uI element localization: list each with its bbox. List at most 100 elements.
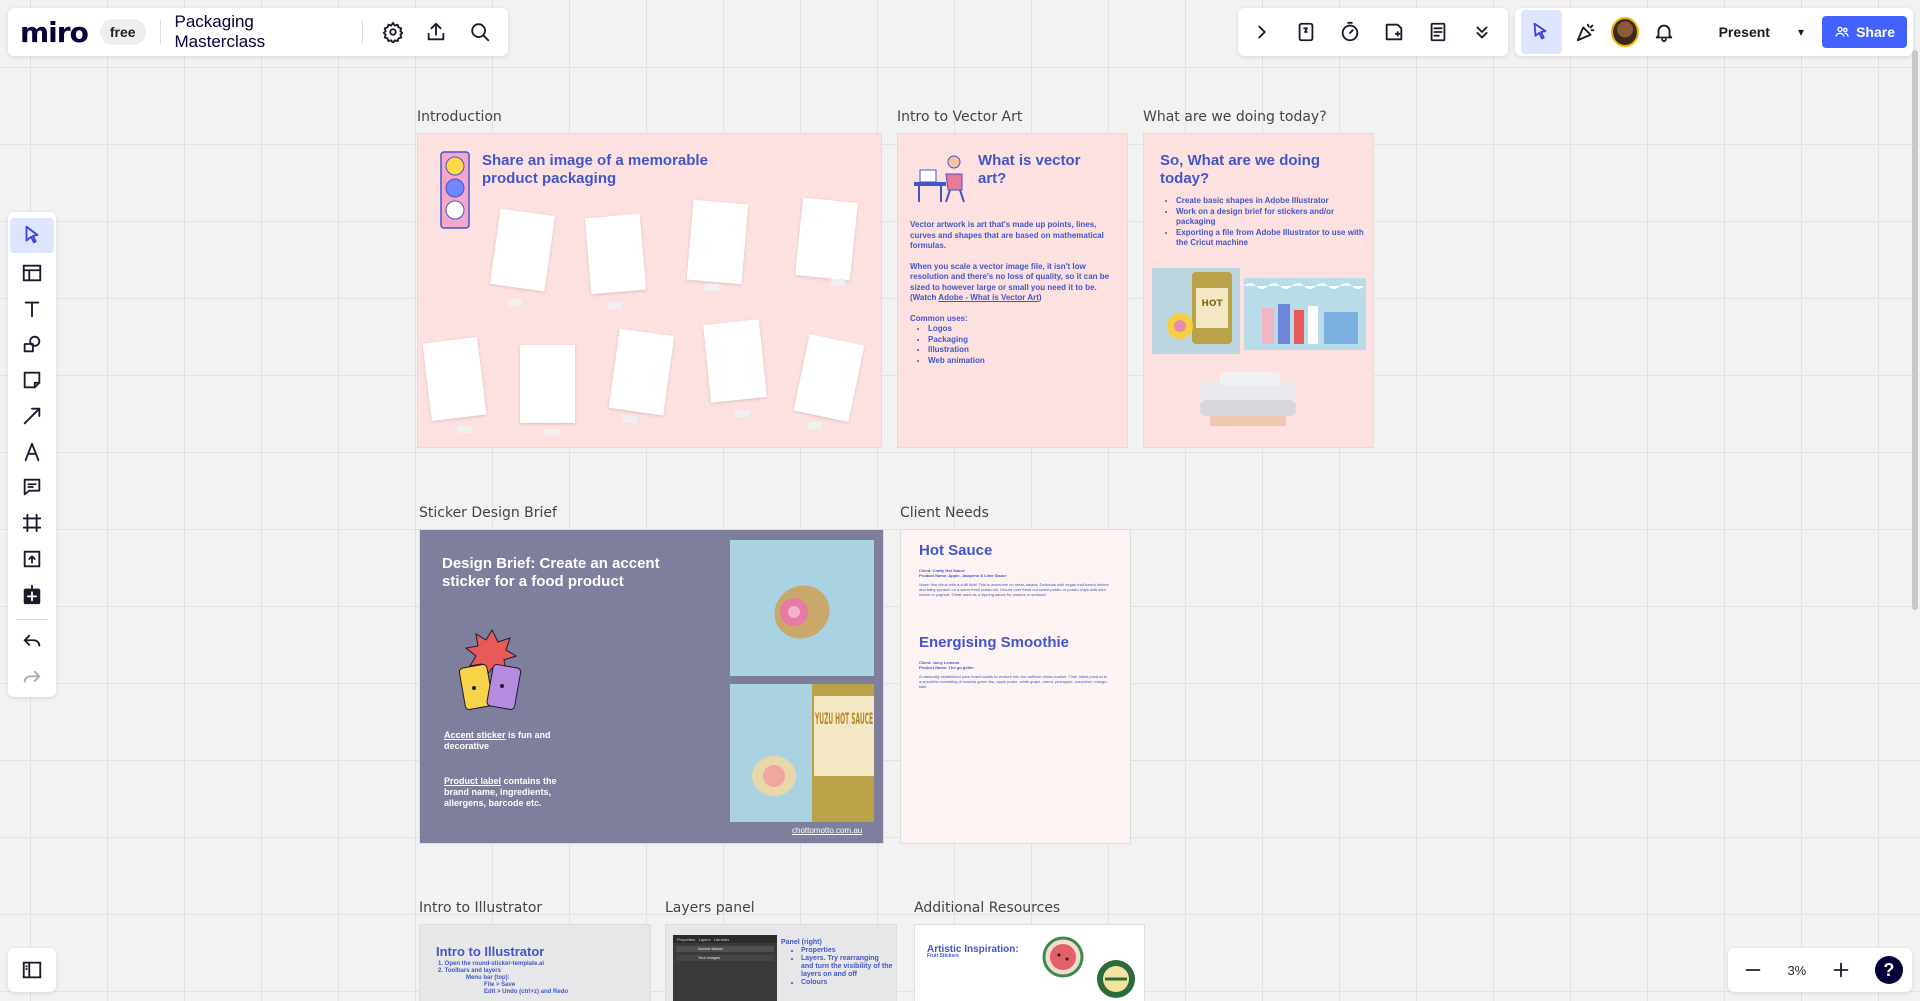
frames-panel-button[interactable]	[8, 948, 56, 992]
connection-line-tool[interactable]	[12, 400, 52, 432]
more-apps-tool[interactable]	[12, 579, 52, 611]
comment-tool[interactable]	[12, 472, 52, 504]
product-label-link[interactable]: Product label	[444, 776, 501, 786]
list-item: Web animation	[928, 356, 1120, 367]
count-icon	[1298, 22, 1314, 42]
frame-title: What is vector art?	[978, 152, 1081, 187]
present-options-chevron-down-icon[interactable]: ▾	[1790, 25, 1812, 39]
text-icon	[24, 301, 40, 317]
templates-tool[interactable]	[12, 257, 52, 289]
frame-sticker-brief[interactable]: Design Brief: Create an accent sticker f…	[419, 529, 884, 844]
miro-logo[interactable]: miro	[20, 16, 89, 49]
frame-label-today[interactable]: What are we doing today?	[1143, 109, 1327, 125]
frame-client-needs[interactable]: Hot Sauce Client: Crafty Hot Sauce Produ…	[900, 529, 1131, 844]
image-placeholder-card[interactable]	[520, 345, 575, 423]
export-button[interactable]	[421, 16, 453, 48]
list-item: Logos	[928, 324, 1120, 335]
product-label-note: Product label contains the brand name, i…	[444, 776, 574, 809]
text-tool[interactable]	[12, 293, 52, 325]
select-tool[interactable]	[10, 218, 54, 253]
zoom-level[interactable]: 3%	[1787, 963, 1806, 978]
image-placeholder-card[interactable]	[686, 199, 749, 285]
frame-label-illustrator[interactable]: Intro to Illustrator	[419, 900, 542, 916]
undo-button[interactable]	[12, 627, 52, 659]
shapes-tool[interactable]	[12, 328, 52, 360]
accent-sticker-link[interactable]: Accent sticker	[444, 730, 506, 740]
svg-text:HOT: HOT	[1201, 299, 1223, 309]
list-item: Properties	[801, 947, 893, 955]
sticky-note-tool[interactable]	[12, 364, 52, 396]
paragraph-text: )	[1038, 293, 1042, 302]
pen-tool[interactable]	[12, 436, 52, 468]
uses-list: Logos Packaging Illustration Web animati…	[928, 324, 1120, 366]
redo-button[interactable]	[12, 663, 52, 695]
upload-icon	[428, 22, 445, 41]
frame-label-introduction[interactable]: Introduction	[417, 109, 502, 125]
hot-sauce-jar-photo[interactable]: HOT	[1152, 268, 1240, 354]
minus-icon	[1745, 969, 1761, 971]
list-item: Packaging	[928, 335, 1120, 346]
image-placeholder-card[interactable]	[608, 328, 675, 416]
frame-label-resources[interactable]: Additional Resources	[914, 900, 1060, 916]
image-placeholder-card[interactable]	[422, 336, 487, 422]
board-header: miro free Packaging Masterclass	[8, 8, 508, 56]
notes-button[interactable]	[1422, 16, 1454, 48]
voting-button[interactable]	[1290, 16, 1322, 48]
search-icon	[471, 23, 490, 42]
packaging-boxes-photo[interactable]	[1244, 278, 1366, 350]
zoom-in-button[interactable]	[1825, 954, 1857, 986]
notifications-button[interactable]	[1649, 16, 1679, 48]
board-title[interactable]: Packaging Masterclass	[175, 12, 348, 52]
yuzu-hot-sauce-photo[interactable]: YUZU HOT SAUCE	[730, 684, 874, 822]
frame-layers-panel[interactable]: Properties Layers Libraries Accent stick…	[665, 924, 897, 1001]
fruit-sticker-image[interactable]	[1095, 957, 1137, 1001]
frame-today[interactable]: So, What are we doing today? Create basi…	[1143, 133, 1374, 448]
frame-introduction[interactable]: Share an image of a memorable product pa…	[417, 133, 882, 448]
zoom-controls: 3% ?	[1728, 948, 1912, 992]
reactions-button[interactable]	[1572, 16, 1602, 48]
settings-button[interactable]	[377, 16, 409, 48]
adobe-video-link[interactable]: Adobe - What is Vector Art	[938, 293, 1039, 302]
cursor-mode-button[interactable]	[1521, 10, 1562, 54]
layers-screenshot[interactable]: Properties Layers Libraries Accent stick…	[673, 935, 777, 1001]
image-placeholder-card[interactable]	[489, 208, 556, 292]
frame-label-client[interactable]: Client Needs	[900, 505, 989, 521]
list-item: Exporting a file from Adobe Illustrator …	[1176, 228, 1365, 249]
frame-additional-resources[interactable]: Artistic Inspiration: Fruit Stickers	[914, 924, 1145, 1001]
watermelon-sticker-image[interactable]	[1042, 936, 1084, 978]
layers-heading: Panel (right)	[781, 939, 822, 946]
zoom-out-button[interactable]	[1737, 954, 1769, 986]
user-avatar[interactable]	[1611, 17, 1640, 47]
timer-button[interactable]	[1334, 16, 1366, 48]
today-list-container: Create basic shapes in Adobe Illustrator…	[1160, 196, 1365, 249]
frame-vector-art[interactable]: What is vector art? Vector artwork is ar…	[897, 133, 1128, 448]
share-button[interactable]: Share	[1822, 16, 1908, 48]
frame-intro-illustrator[interactable]: Intro to Illustrator 1. Open the round-s…	[419, 924, 651, 1001]
help-button[interactable]: ?	[1874, 956, 1903, 984]
more-tools-button[interactable]	[1466, 16, 1498, 48]
frame-label-brief[interactable]: Sticker Design Brief	[419, 505, 557, 521]
card-tag	[831, 279, 845, 286]
sticker-jar-photo[interactable]	[730, 540, 874, 676]
creation-toolbar	[8, 212, 56, 697]
frame-tool[interactable]	[12, 507, 52, 539]
upload-icon	[23, 550, 41, 568]
frame-label-vector[interactable]: Intro to Vector Art	[897, 109, 1022, 125]
collaboration-toolbar	[1238, 8, 1508, 56]
image-placeholder-card[interactable]	[584, 213, 647, 295]
image-placeholder-card[interactable]	[703, 319, 767, 403]
search-button[interactable]	[464, 16, 496, 48]
present-button[interactable]: Present	[1709, 16, 1780, 48]
frame-label-layers[interactable]: Layers panel	[665, 900, 755, 916]
vertical-scrollbar[interactable]	[1912, 50, 1918, 610]
image-placeholder-card[interactable]	[795, 197, 858, 281]
image-placeholder-card[interactable]	[793, 334, 865, 422]
upload-tool[interactable]	[12, 543, 52, 575]
sticky-notes-button[interactable]	[1378, 16, 1410, 48]
screenshot-row: Your images	[676, 955, 774, 961]
expand-toolbar-button[interactable]	[1246, 16, 1278, 48]
plan-badge[interactable]: free	[99, 19, 146, 45]
uses-heading: Common uses:	[910, 313, 968, 323]
chottomotto-link[interactable]: chottomotto.com.au	[792, 826, 862, 835]
cricut-machine-photo[interactable]	[1196, 366, 1300, 432]
